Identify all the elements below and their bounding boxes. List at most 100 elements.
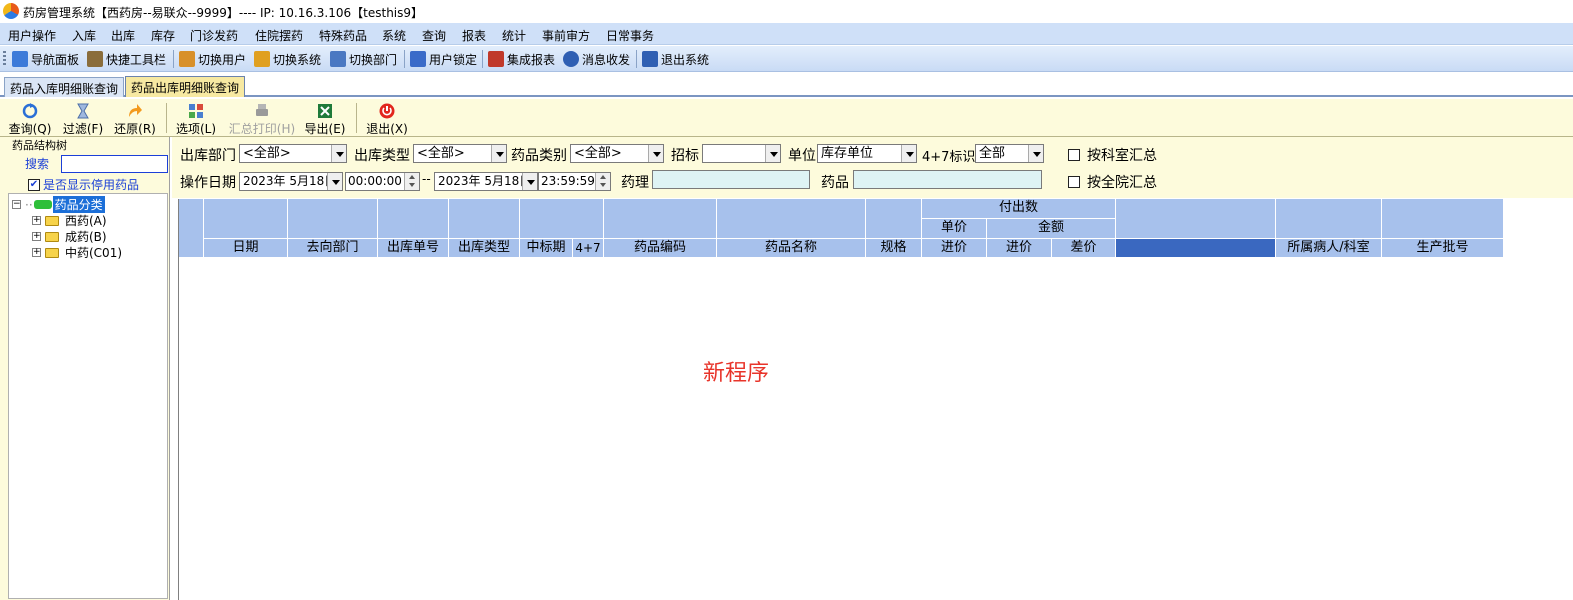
chevron-down-icon[interactable] [1028,145,1043,162]
tree-group-title: 药品结构树 [12,139,67,152]
bid-select[interactable] [702,144,781,163]
column-header-out-type[interactable]: 出库类型 [449,239,520,258]
calendar-dropdown-icon[interactable] [522,173,537,190]
by-hospital-summary-checkbox[interactable]: 按全院汇总 [1068,172,1157,192]
tree-node-western[interactable]: + 西药(A) [32,212,107,229]
menu-inventory[interactable]: 库存 [151,27,175,44]
query-button[interactable]: 查询(Q) [3,103,57,137]
drug-category-select[interactable]: <全部> [570,144,664,163]
chevron-down-icon[interactable] [491,145,506,162]
menu-statistics[interactable]: 统计 [502,27,526,44]
date-from-picker[interactable]: 2023年 5月18日 [239,172,343,191]
user-lock-button[interactable]: 用户锁定 [410,50,477,68]
column-header-to-dept[interactable]: 去向部门 [288,239,378,258]
menu-prescription-review[interactable]: 事前审方 [542,27,590,44]
tab-inbound-ledger[interactable]: 药品入库明细账查询 [4,77,125,97]
tree-root[interactable]: − ·· 药品分类 [12,196,105,213]
navigation-panel-button[interactable]: 导航面板 [12,50,79,68]
column-header-amount-purchase[interactable]: 进价 [987,239,1052,258]
expand-icon[interactable]: + [32,232,41,241]
op-date-label: 操作日期 [180,175,236,191]
pharmacology-input[interactable] [652,170,810,189]
options-button[interactable]: 选项(L) [169,103,223,137]
column-header-bid-period[interactable]: 中标期 [520,239,573,258]
time-to-spinner[interactable]: 23:59:59 [538,172,611,191]
column-header-flag47[interactable]: 4+7 [573,239,604,258]
flag47-select[interactable]: 全部 [975,144,1044,163]
toolbar-separator [636,50,637,68]
column-header-spec[interactable]: 规格 [866,239,922,258]
message-button[interactable]: 消息收发 [563,50,630,68]
navigation-panel-icon [12,51,28,67]
column-header-selected-blank[interactable] [1116,239,1276,258]
export-button[interactable]: 导出(E) [298,103,352,137]
quick-toolbar-icon [87,51,103,67]
header-spacer [1276,199,1382,239]
drug-category-label: 药品类别 [511,148,567,164]
menu-special-drugs[interactable]: 特殊药品 [319,27,367,44]
integrated-report-icon [488,51,504,67]
unit-select[interactable]: 库存单位 [817,144,917,163]
collapse-icon[interactable]: − [12,200,21,209]
main-toolbar: 导航面板 快捷工具栏 切换用户 切换系统 切换部门 用户锁定 集成报表 消息收发… [0,46,1573,72]
expand-icon[interactable]: + [32,216,41,225]
time-from-spinner[interactable]: 00:00:00 [345,172,420,191]
summary-print-button[interactable]: 汇总打印(H) [224,103,300,137]
spin-arrows-icon[interactable] [595,173,610,190]
menu-outbound[interactable]: 出库 [111,27,135,44]
expand-icon[interactable]: + [32,248,41,257]
header-spacer [1116,199,1276,239]
menu-outpatient[interactable]: 门诊发药 [190,27,238,44]
tab-outbound-ledger[interactable]: 药品出库明细账查询 [125,76,246,97]
tree-node-chinese[interactable]: + 中药(C01) [32,244,122,261]
restore-button[interactable]: 还原(R) [108,103,162,137]
app-logo-icon [3,3,19,19]
date-to-picker[interactable]: 2023年 5月18日 [434,172,538,191]
options-grid-icon [189,104,203,118]
chevron-down-icon[interactable] [648,145,663,162]
category-root-icon [33,200,52,209]
switch-system-button[interactable]: 切换系统 [254,50,321,68]
show-disabled-drugs-checkbox[interactable]: ✔ 是否显示停用药品 [28,176,139,193]
column-header-drug-name[interactable]: 药品名称 [717,239,866,258]
tree-node-patent[interactable]: + 成药(B) [32,228,107,245]
menu-inpatient[interactable]: 住院摆药 [255,27,303,44]
menu-user-ops[interactable]: 用户操作 [8,27,56,44]
column-header-out-no[interactable]: 出库单号 [378,239,449,258]
drug-input[interactable] [853,170,1042,189]
column-header-price-diff[interactable]: 差价 [1052,239,1116,258]
header-spacer [866,199,922,239]
integrated-report-button[interactable]: 集成报表 [488,50,555,68]
quick-toolbar-button[interactable]: 快捷工具栏 [87,50,166,68]
switch-user-button[interactable]: 切换用户 [179,50,246,68]
menu-inbound[interactable]: 入库 [72,27,96,44]
chevron-down-icon[interactable] [765,145,780,162]
column-header-date[interactable]: 日期 [204,239,288,258]
column-header-drug-code[interactable]: 药品编码 [604,239,717,258]
calendar-dropdown-icon[interactable] [327,173,342,190]
chevron-down-icon[interactable] [331,145,346,162]
menu-reports[interactable]: 报表 [462,27,486,44]
menu-system[interactable]: 系统 [382,27,406,44]
tree-search-input[interactable] [61,155,168,173]
drug-label: 药品 [821,175,849,191]
exit-button[interactable]: 退出(X) [360,103,414,137]
out-type-select[interactable]: <全部> [413,144,507,163]
menu-daily-affairs[interactable]: 日常事务 [606,27,654,44]
switch-department-button[interactable]: 切换部门 [330,50,397,68]
menu-query[interactable]: 查询 [422,27,446,44]
column-header-batch-no[interactable]: 生产批号 [1382,239,1504,258]
outbound-ledger-grid[interactable]: 付出数 单价 金额 日期 去向部门 出库单号 出库类型 中标期 4+7 药品编码… [178,199,1573,600]
header-spacer [378,199,449,239]
out-dept-select[interactable]: <全部> [239,144,347,163]
filter-button[interactable]: 过滤(F) [56,103,110,137]
chevron-down-icon[interactable] [901,145,916,162]
menu-bar: 用户操作 入库 出库 库存 门诊发药 住院摆药 特殊药品 系统 查询 报表 统计… [0,23,1573,45]
drug-category-tree[interactable]: − ·· 药品分类 + 西药(A) + 成药(B) + 中药(C01) [8,193,168,599]
by-dept-summary-checkbox[interactable]: 按科室汇总 [1068,145,1157,165]
toolbar-grip[interactable] [3,51,6,67]
exit-system-button[interactable]: 退出系统 [642,50,709,68]
spin-arrows-icon[interactable] [404,173,419,190]
column-header-patient-dept[interactable]: 所属病人/科室 [1276,239,1382,258]
column-header-unit-purchase[interactable]: 进价 [922,239,987,258]
